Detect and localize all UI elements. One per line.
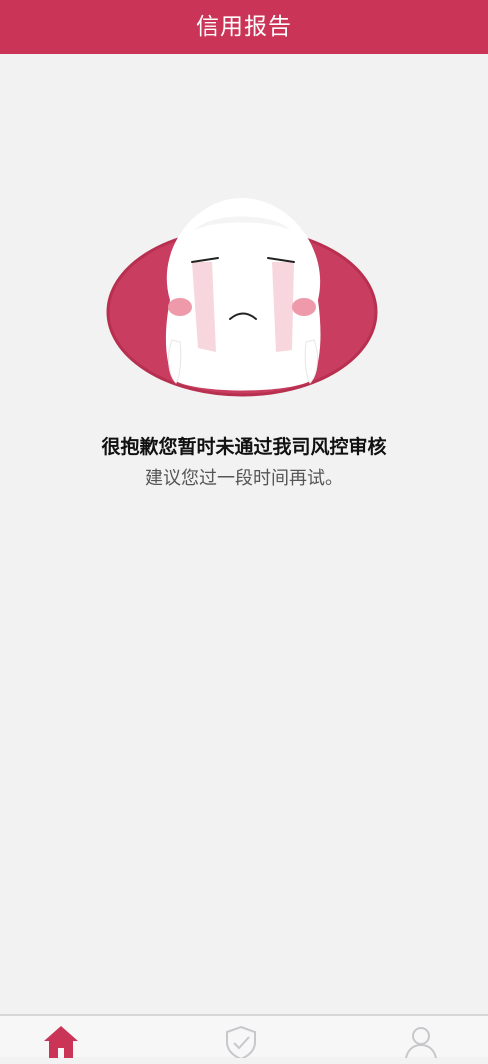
top-bar: 信用报告 [0,0,488,54]
home-icon [44,1026,78,1058]
rejection-message: 很抱歉您暂时未通过我司风控审核 建议您过一段时间再试。 [0,432,488,494]
tab-home[interactable] [41,1024,81,1064]
tab-profile[interactable] [401,1024,441,1064]
message-title: 很抱歉您暂时未通过我司风控审核 [101,436,387,458]
shield-check-icon [226,1025,256,1058]
tab-verify[interactable] [221,1024,261,1064]
bottom-tab-bar [0,1014,488,1058]
page-title: 信用报告 [196,13,292,40]
crying-face-illustration [100,190,385,405]
message-subtitle: 建议您过一段时间再试。 [145,468,343,489]
user-icon [405,1027,437,1058]
